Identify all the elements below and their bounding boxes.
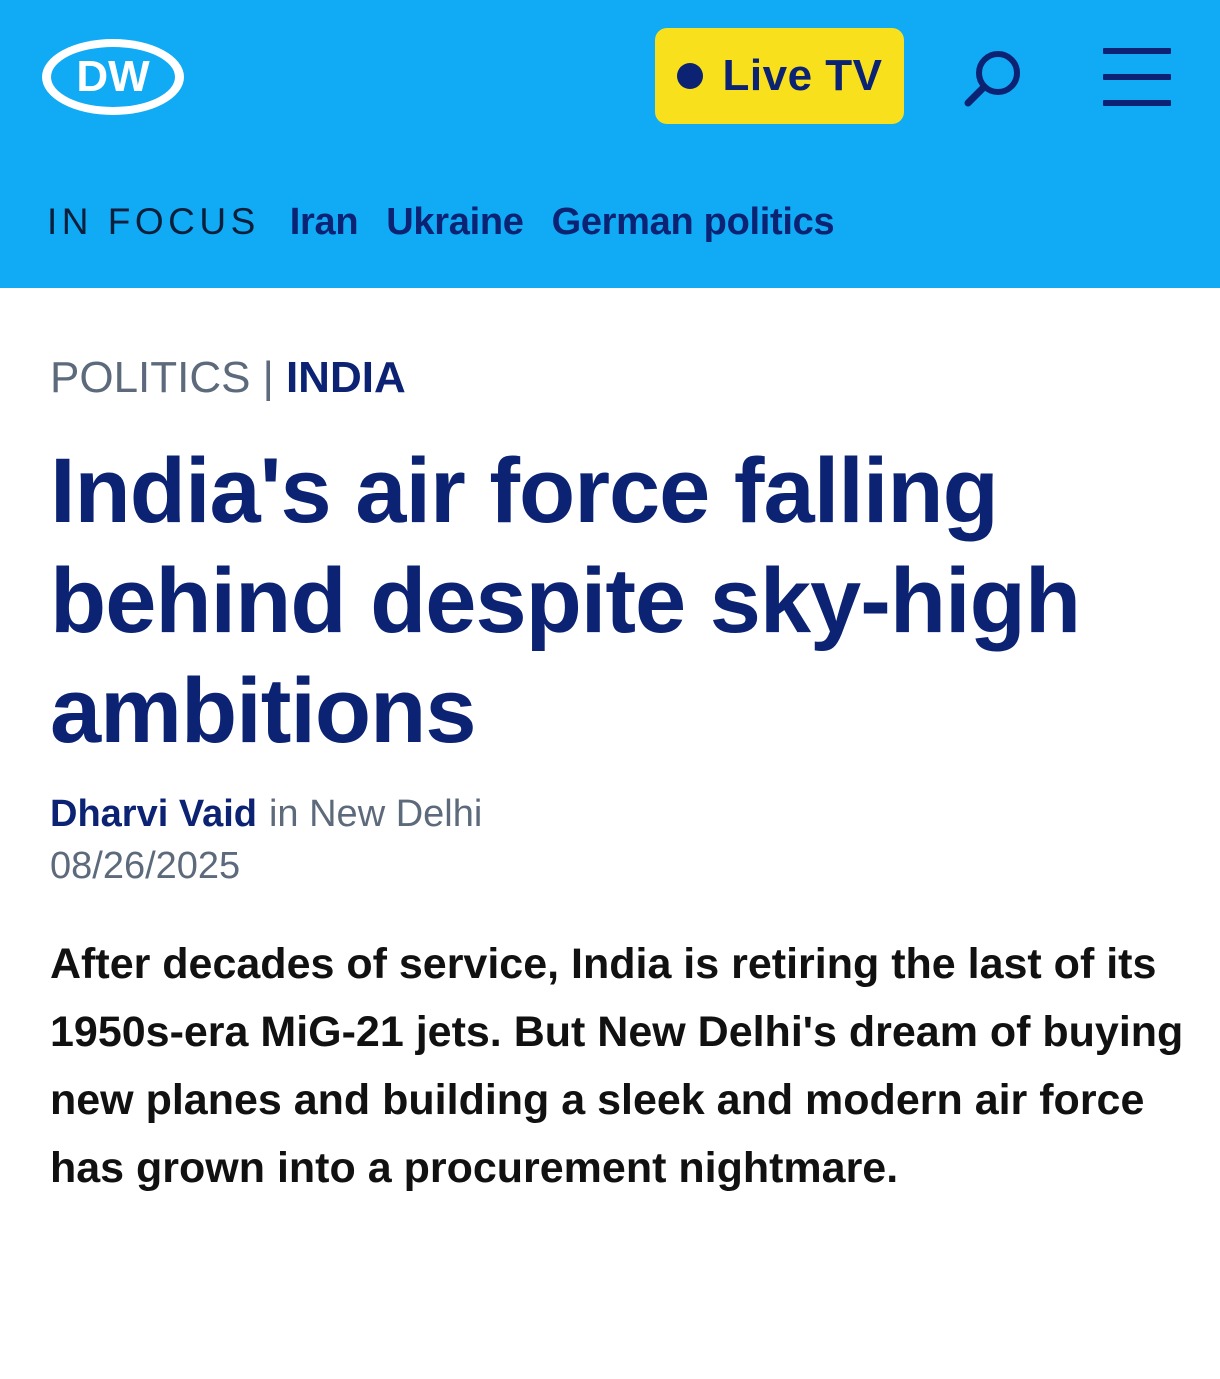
kicker-region[interactable]: INDIA <box>286 353 406 403</box>
focus-link-german-politics[interactable]: German politics <box>552 201 835 244</box>
publish-date: 08/26/2025 <box>50 844 241 887</box>
article-teaser: After decades of service, India is retir… <box>50 940 1184 1192</box>
article-kicker: POLITICS | INDIA <box>50 350 406 406</box>
live-dot-icon <box>676 63 703 89</box>
live-tv-button[interactable]: Live TV <box>655 28 904 124</box>
focus-link-iran[interactable]: Iran <box>290 201 359 244</box>
author-name[interactable]: Dharvi Vaid <box>50 793 257 836</box>
in-focus-nav: IN FOCUS Iran Ukraine German politics <box>47 198 862 246</box>
kicker-section[interactable]: POLITICS <box>50 353 251 403</box>
menu-bar <box>1103 100 1171 106</box>
site-header: DW Live TV IN FOCUS Iran Ukraine German … <box>0 0 1220 288</box>
logo-text: DW <box>76 52 150 101</box>
menu-bar <box>1103 48 1171 54</box>
dw-logo[interactable]: DW <box>40 37 186 117</box>
article-headline: India's air force falling behind despite… <box>50 440 1081 762</box>
byline: Dharvi Vaid in New Delhi <box>50 790 482 838</box>
search-icon <box>964 51 1020 107</box>
author-location: in New Delhi <box>268 792 483 835</box>
menu-button[interactable] <box>1103 48 1171 106</box>
search-button[interactable] <box>962 47 1026 109</box>
focus-link-ukraine[interactable]: Ukraine <box>386 201 524 244</box>
in-focus-label: IN FOCUS <box>47 201 260 242</box>
menu-bar <box>1103 74 1171 80</box>
kicker-separator: | <box>262 353 274 402</box>
live-tv-label: Live TV <box>722 51 883 100</box>
